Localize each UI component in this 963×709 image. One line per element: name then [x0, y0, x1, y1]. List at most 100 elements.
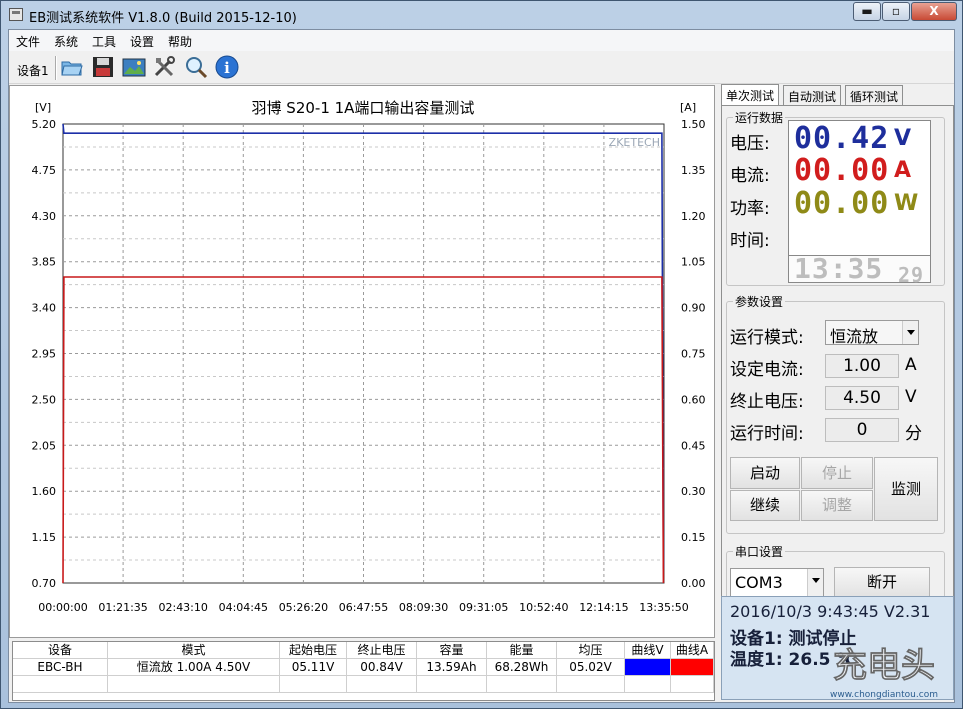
table-cell-end-voltage: 00.84V — [347, 659, 417, 676]
menu-file[interactable]: 文件 — [16, 33, 40, 50]
y-left-tick-label: 0.70 — [32, 577, 57, 590]
x-tick-label: 12:14:15 — [579, 601, 628, 614]
table-empty-cell — [487, 676, 557, 693]
folder-open-icon[interactable] — [59, 54, 85, 80]
y-right-tick-label: 0.00 — [681, 577, 706, 590]
table-empty-cell — [671, 676, 714, 693]
menu-settings[interactable]: 设置 — [130, 33, 154, 50]
chart-panel: 羽博 S20-1 1A端口输出容量测试 [V] [A] ZKETECH 5.20… — [9, 85, 715, 638]
cutoff-voltage-input[interactable]: 4.50 — [825, 386, 899, 410]
adjust-button[interactable]: 调整 — [801, 490, 873, 521]
start-button[interactable]: 启动 — [730, 457, 800, 489]
y-right-tick-label: 1.20 — [681, 210, 706, 223]
table-empty-cell — [557, 676, 625, 693]
power-unit: W — [894, 191, 919, 216]
y-left-tick-label: 2.05 — [32, 439, 57, 452]
current-readout: 00.00 — [794, 153, 890, 188]
com-port-select[interactable]: COM3 — [730, 568, 824, 597]
cutoff-voltage-label: 终止电压: — [730, 392, 804, 412]
info-icon[interactable]: i — [214, 54, 240, 80]
table-cell-capacity: 13.59Ah — [417, 659, 487, 676]
set-current-label: 设定电流: — [730, 360, 804, 380]
table-header: 均压 — [557, 642, 625, 659]
table-empty-cell — [625, 676, 671, 693]
resume-button[interactable]: 继续 — [730, 490, 800, 521]
power-readout: 00.00 — [794, 186, 890, 221]
table-empty-cell — [417, 676, 487, 693]
menu-help[interactable]: 帮助 — [168, 33, 192, 50]
menu-tools[interactable]: 工具 — [92, 33, 116, 50]
tab-auto-test[interactable]: 自动测试 — [783, 85, 842, 105]
monitor-button[interactable]: 监测 — [874, 457, 938, 521]
mode-label: 运行模式: — [730, 328, 804, 348]
close-button[interactable]: X — [911, 2, 957, 21]
y-right-unit: [A] — [680, 101, 696, 114]
voltage-label: 电压: — [730, 134, 770, 154]
table-header: 设备 — [13, 642, 108, 659]
table-header: 曲线V — [625, 642, 671, 659]
runtime-input[interactable]: 0 — [825, 418, 899, 442]
y-right-tick-label: 0.90 — [681, 302, 706, 315]
y-right-tick-label: 0.75 — [681, 348, 706, 361]
table-cell-device: EBC-BH — [13, 659, 108, 676]
y-left-tick-label: 3.40 — [32, 302, 57, 315]
y-right-tick-label: 1.50 — [681, 118, 706, 131]
table-cell-curve-a-swatch[interactable] — [671, 659, 714, 676]
x-tick-label: 02:43:10 — [158, 601, 207, 614]
set-current-input[interactable]: 1.00 — [825, 354, 899, 378]
toolbar-separator — [55, 56, 57, 80]
tab-loop-test[interactable]: 循环测试 — [845, 85, 904, 105]
x-tick-label: 10:52:40 — [519, 601, 568, 614]
time-seconds-readout: 29 — [898, 263, 925, 287]
mode-value: 恒流放 — [830, 327, 879, 346]
x-tick-label: 01:21:35 — [98, 601, 147, 614]
mode-select[interactable]: 恒流放 — [825, 320, 919, 346]
table-empty-cell — [347, 676, 417, 693]
tools-icon[interactable] — [152, 54, 178, 80]
table-header: 终止电压 — [347, 642, 417, 659]
runtime-label: 运行时间: — [730, 424, 804, 444]
y-left-tick-label: 2.95 — [32, 348, 57, 361]
magnifier-icon[interactable] — [183, 54, 209, 80]
y-left-tick-label: 5.20 — [32, 118, 57, 131]
toolbar: 设备1 i — [9, 52, 954, 84]
svg-text:i: i — [224, 59, 230, 77]
y-left-tick-label: 2.50 — [32, 393, 57, 406]
menu-system[interactable]: 系统 — [54, 33, 78, 50]
tab-single-test[interactable]: 单次测试 — [721, 84, 780, 106]
params-title: 参数设置 — [733, 293, 786, 310]
table-cell-curve-v-swatch[interactable] — [625, 659, 671, 676]
chart-title: 羽博 S20-1 1A端口输出容量测试 — [252, 99, 475, 117]
run-data-title: 运行数据 — [733, 109, 786, 126]
disconnect-button[interactable]: 断开 — [834, 567, 930, 598]
status-datetime-version: 2016/10/3 9:43:45 V2.31 — [730, 602, 931, 621]
y-left-tick-label: 1.15 — [32, 531, 57, 544]
serial-title: 串口设置 — [733, 543, 786, 560]
status-temperature: 温度1: 26.5 ℃ — [730, 650, 857, 670]
table-header: 曲线A — [671, 642, 714, 659]
image-chart-icon[interactable] — [121, 54, 147, 80]
table-cell-avg-voltage: 05.02V — [557, 659, 625, 676]
maximize-button[interactable]: ▫ — [882, 2, 910, 21]
y-right-tick-label: 1.35 — [681, 164, 706, 177]
table-empty-cell — [108, 676, 280, 693]
table-cell-start-voltage: 05.11V — [280, 659, 347, 676]
voltage-readout: 00.42 — [794, 121, 890, 156]
chevron-down-icon[interactable] — [902, 321, 918, 344]
table-header: 能量 — [487, 642, 557, 659]
device-selector[interactable]: 设备1 — [17, 62, 49, 79]
table-header: 起始电压 — [280, 642, 347, 659]
y-left-tick-label: 1.60 — [32, 485, 57, 498]
x-tick-label: 13:35:50 — [639, 601, 688, 614]
table-empty-cell — [280, 676, 347, 693]
save-disk-icon[interactable] — [90, 54, 116, 80]
x-tick-label: 08:09:30 — [399, 601, 448, 614]
stop-button[interactable]: 停止 — [801, 457, 873, 489]
power-label: 功率: — [730, 199, 770, 219]
voltage-unit: V — [894, 126, 912, 151]
test-panel: 运行数据 电压: 电流: 功率: 时间: 00.42 V 00.00 A 00.… — [721, 105, 954, 635]
minimize-button[interactable]: ▬ — [853, 2, 881, 21]
y-right-tick-label: 1.05 — [681, 256, 706, 269]
chevron-down-icon[interactable] — [807, 569, 823, 596]
set-current-unit: A — [905, 355, 917, 375]
